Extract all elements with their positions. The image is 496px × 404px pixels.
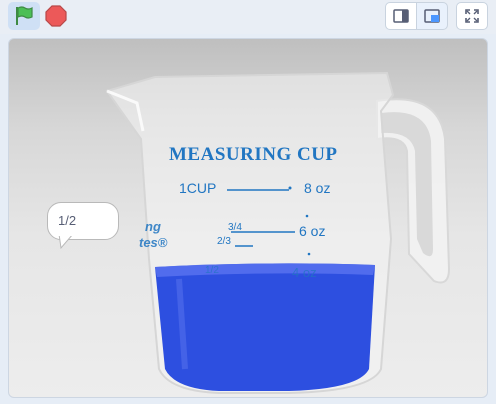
brand-print-line2: tes® [139,235,168,250]
mark-8oz: 8 oz [304,180,331,196]
cup-title-print: MEASURING CUP [169,144,338,165]
speech-bubble-text: 1/2 [58,213,77,228]
large-stage-button[interactable] [416,2,448,30]
mark-half: 1/2 [205,265,219,276]
mark-4oz: 4 oz [292,265,317,280]
small-stage-icon [393,9,409,23]
mark-three-quarter: 3/4 [228,222,242,233]
green-flag-button[interactable] [8,2,40,30]
stop-button[interactable] [40,2,72,30]
fullscreen-icon [465,9,479,23]
mark-1cup: 1CUP [179,180,217,196]
small-stage-button[interactable] [385,2,417,30]
brand-print-line1: ng [145,219,161,234]
fullscreen-button[interactable] [456,2,488,30]
speech-bubble-tail [58,234,75,250]
stop-sign-icon [45,5,67,27]
stage[interactable]: MEASURING CUP 1CUP 8 oz 3/4 6 oz 2/3 1/2… [8,38,488,398]
stage-toolbar [0,0,496,34]
mark-two-thirds: 2/3 [217,236,231,247]
large-stage-icon [424,9,440,23]
mark-6oz: 6 oz [299,223,326,239]
green-flag-icon [16,6,33,25]
